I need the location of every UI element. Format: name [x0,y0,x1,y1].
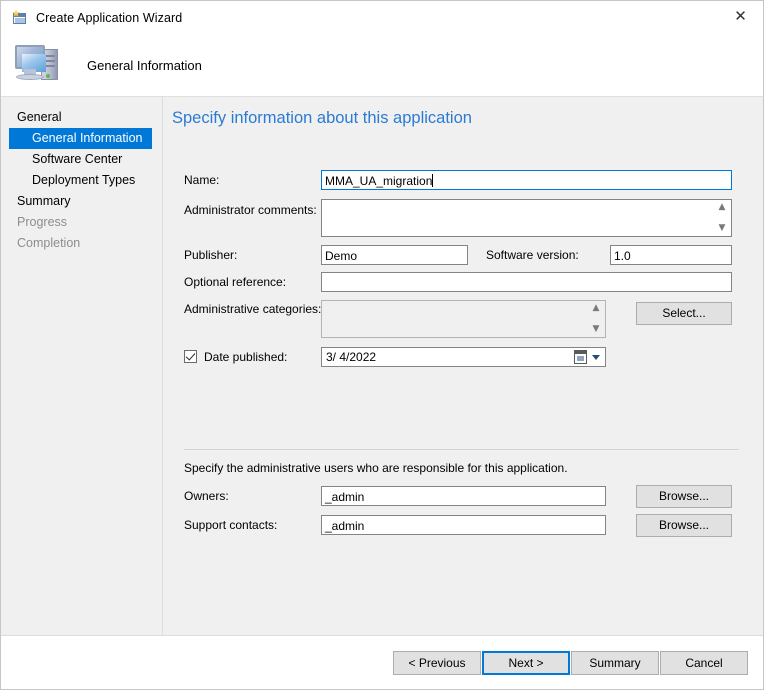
administrative-categories-scroll[interactable]: ▲ ▼ [588,302,604,336]
wizard-step-title: General Information [87,57,202,73]
chevron-down-icon[interactable]: ▼ [719,224,726,233]
create-application-wizard-window: Create Application Wizard ✕ General Info… [0,0,764,690]
administrative-categories-label: Administrative categories: [184,302,322,316]
owners-browse-button[interactable]: Browse... [636,485,732,508]
wizard-body: General General Information Software Cen… [1,96,763,635]
sidebar-item-completion: Completion [17,236,81,250]
optional-reference-label: Optional reference: [184,275,287,289]
sidebar-item-deployment-types[interactable]: Deployment Types [1,170,162,191]
owners-row: Owners: _admin Browse... [163,485,763,514]
publisher-label: Publisher: [184,248,238,262]
publisher-row: Publisher: Demo Software version: 1.0 [163,244,763,271]
optional-reference-input[interactable] [321,272,732,292]
support-contacts-label: Support contacts: [184,518,278,532]
section-divider [184,449,739,450]
administrator-comments-row: Administrator comments: ▲ ▼ [163,199,763,244]
administrator-comments-input[interactable]: ▲ ▼ [321,199,732,237]
wizard-header: General Information [1,34,763,96]
owners-input[interactable]: _admin [321,486,606,506]
administrative-categories-input[interactable]: ▲ ▼ [321,300,606,338]
wizard-steps-sidebar: General General Information Software Cen… [1,97,163,635]
wizard-footer: < Previous Next > Summary Cancel [1,635,763,689]
cancel-button[interactable]: Cancel [660,651,748,675]
support-contacts-input[interactable]: _admin [321,515,606,535]
content-inner: Specify information about this applicati… [163,97,763,635]
optional-reference-row: Optional reference: [163,271,763,298]
close-icon[interactable]: ✕ [718,1,763,31]
administrative-users-form: Owners: _admin Browse... Support contact… [163,485,763,543]
general-information-form: Name: MMA_UA_migration Administrator com… [163,169,763,376]
name-input[interactable]: MMA_UA_migration [321,170,732,190]
sidebar-item-software-center[interactable]: Software Center [1,149,162,170]
computer-icon [13,41,67,89]
date-published-row: Date published: 3/ 4/2022 [163,346,763,376]
date-published-input[interactable]: 3/ 4/2022 [321,347,606,367]
support-contacts-browse-button[interactable]: Browse... [636,514,732,537]
page-title: Specify information about this applicati… [172,109,472,127]
name-row: Name: MMA_UA_migration [163,169,763,199]
software-version-input[interactable]: 1.0 [610,245,732,265]
support-contacts-row: Support contacts: _admin Browse... [163,514,763,543]
date-published-checkbox[interactable] [184,350,197,363]
sidebar-item-summary[interactable]: Summary [1,191,162,212]
software-version-label: Software version: [486,248,579,262]
window-title: Create Application Wizard [36,10,183,25]
summary-button[interactable]: Summary [571,651,659,675]
owners-label: Owners: [184,489,229,503]
chevron-up-icon[interactable]: ▲ [719,203,726,212]
administrative-users-note: Specify the administrative users who are… [184,461,568,475]
select-button[interactable]: Select... [636,302,732,325]
administrator-comments-label: Administrator comments: [184,203,317,217]
publisher-input[interactable]: Demo [321,245,468,265]
new-window-icon [12,9,28,26]
sidebar-item-progress: Progress [17,215,68,229]
calendar-icon[interactable] [574,350,587,364]
previous-button[interactable]: < Previous [393,651,481,675]
sidebar-item-general-information[interactable]: General Information [9,128,152,149]
administrator-comments-scroll[interactable]: ▲ ▼ [714,201,730,235]
date-published-value: 3/ 4/2022 [326,350,377,364]
sidebar-item-general[interactable]: General [1,107,162,128]
chevron-up-icon[interactable]: ▲ [593,304,600,313]
wizard-content-panel: Specify information about this applicati… [163,97,763,635]
next-button[interactable]: Next > [482,651,570,675]
name-label: Name: [184,173,220,187]
title-bar: Create Application Wizard ✕ [1,1,763,34]
administrative-categories-row: Administrative categories: ▲ ▼ Select... [163,298,763,346]
chevron-down-icon[interactable]: ▼ [593,325,600,334]
chevron-down-icon[interactable] [592,355,600,360]
date-published-label: Date published: [204,350,288,364]
